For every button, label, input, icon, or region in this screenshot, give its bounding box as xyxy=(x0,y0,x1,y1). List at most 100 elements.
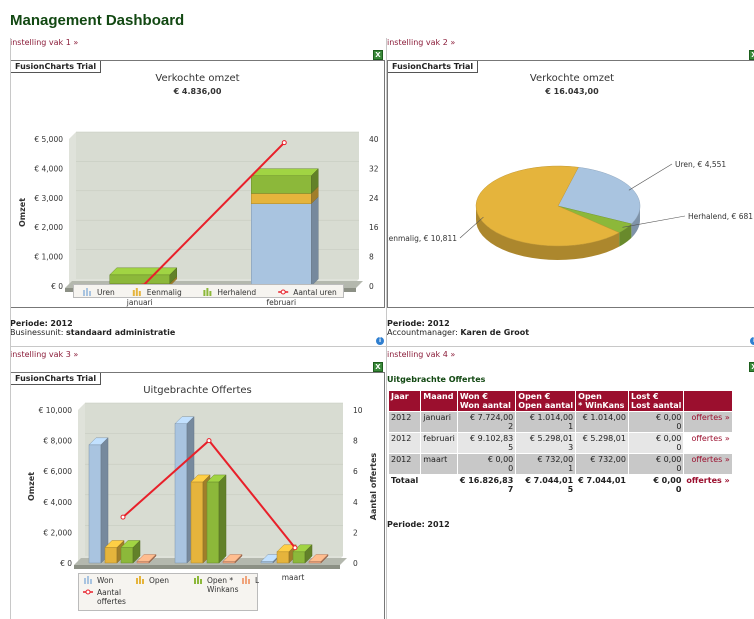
legend-marker xyxy=(197,576,199,584)
bar-uren-side xyxy=(311,196,319,287)
y-tick-label: € 0 xyxy=(60,559,72,568)
table-cell: € 5.298,01 3 xyxy=(516,433,576,453)
table-cell: € 7.044,01 xyxy=(576,475,628,495)
period-value: 2012 xyxy=(427,520,450,529)
bar-open-winkans-side xyxy=(218,474,227,564)
offertes-link[interactable]: offertes » xyxy=(684,475,732,495)
pie-label: Herhalend, € 681 xyxy=(688,212,753,221)
offertes-link[interactable]: offertes » xyxy=(684,412,732,432)
chart-title: Verkochte omzet xyxy=(529,73,615,84)
bar-open-winkans xyxy=(120,547,134,564)
y2-tick-label: 2 xyxy=(353,528,358,537)
chart-container: FusionCharts Trial Uitgebrachte Offertes… xyxy=(10,372,385,619)
table-cell: € 7.044,01 5 xyxy=(516,475,576,495)
legend-marker xyxy=(84,578,86,584)
period-value: 2012 xyxy=(50,319,73,328)
panel-settings-link[interactable]: instelling vak 4 » xyxy=(387,350,455,359)
table-header: Maand xyxy=(421,391,457,411)
info-icon[interactable]: i xyxy=(376,337,384,345)
legend-label: Won xyxy=(97,576,114,585)
y-axis-label: Omzet xyxy=(18,198,27,227)
y-tick-label: € 2,000 xyxy=(34,223,63,232)
y2-tick-label: 32 xyxy=(369,164,379,173)
table-header xyxy=(684,391,732,411)
table-cell: 2012 xyxy=(389,433,421,453)
legend-svg: Won Open Open *Winkans Lost Aantaloffertes xyxy=(83,576,271,606)
y-tick-label: € 2,000 xyxy=(43,528,72,537)
panel-divider xyxy=(386,38,387,619)
table-cell: Totaal xyxy=(389,475,421,495)
table-cell: € 732,00 xyxy=(576,454,628,474)
panel-footer: Periode: 2012 Accountmanager: Karen de G… xyxy=(387,319,529,337)
y2-tick-label: 40 xyxy=(369,135,379,144)
line-point xyxy=(281,140,287,146)
panel-settings-link[interactable]: instelling vak 1 » xyxy=(10,38,78,47)
legend-marker xyxy=(209,291,212,296)
bar-eenmalig xyxy=(251,193,312,204)
excel-export-icon[interactable]: X xyxy=(373,50,383,60)
panel-footer: Periode: 2012 xyxy=(387,520,450,529)
chart-legend: Won Open Open *Winkans Lost Aantaloffertes xyxy=(78,573,271,611)
fusioncharts-trial-label: FusionCharts Trial xyxy=(11,61,102,73)
unit-label: Accountmanager: xyxy=(387,328,458,337)
y2-axis-label: Aantal offertes xyxy=(369,453,378,521)
y-tick-label: € 3,000 xyxy=(34,194,63,203)
legend-marker xyxy=(248,579,250,584)
excel-export-icon[interactable]: X xyxy=(749,362,754,372)
y-tick-label: € 8,000 xyxy=(43,437,72,446)
bar-open xyxy=(190,481,204,564)
info-icon[interactable]: i xyxy=(750,337,754,345)
y2-tick-label: 8 xyxy=(369,253,374,262)
y2-tick-label: 24 xyxy=(369,194,379,203)
bar-herhalend xyxy=(251,175,312,194)
panel-divider xyxy=(10,38,11,619)
table-cell xyxy=(421,475,457,495)
dashboard-panel-2: instelling vak 2 » X FusionCharts Trial … xyxy=(387,38,754,345)
fusioncharts-trial-label: FusionCharts Trial xyxy=(11,373,102,385)
table-cell: januari xyxy=(421,412,457,432)
legend-label: Aantal xyxy=(97,588,121,597)
panel-footer: Periode: 2012 Businessunit: standaard ad… xyxy=(10,319,175,337)
legend-marker xyxy=(135,288,138,296)
y-tick-label: € 1,000 xyxy=(34,253,63,262)
bar-won xyxy=(88,444,102,564)
table-cell: € 1.014,00 xyxy=(576,412,628,432)
offertes-link[interactable]: offertes » xyxy=(684,433,732,453)
legend-marker xyxy=(83,290,85,296)
table-cell: € 1.014,00 1 xyxy=(516,412,576,432)
chart-subtitle: € 16.043,00 xyxy=(545,87,599,96)
line-point xyxy=(292,545,298,551)
excel-export-icon[interactable]: X xyxy=(373,362,383,372)
offertes-table: Jaar Maand Won € Won aantal Open € Open aanta… xyxy=(388,390,733,496)
legend-marker xyxy=(280,289,286,295)
pie-label: Eenmalig, € 10,811 xyxy=(388,234,457,243)
legend-marker xyxy=(242,578,244,584)
table-cell: € 7.724,00 2 xyxy=(457,412,516,432)
table-cell: 2012 xyxy=(389,454,421,474)
y2-tick-label: 0 xyxy=(369,282,374,291)
legend-marker xyxy=(138,291,141,296)
dashboard-panel-3: instelling vak 3 » X FusionCharts Trial … xyxy=(10,350,385,619)
offertes-link[interactable]: offertes » xyxy=(684,454,732,474)
y2-tick-label: 0 xyxy=(353,559,358,568)
y2-tick-label: 6 xyxy=(353,467,358,476)
legend-marker xyxy=(89,291,91,296)
table-cell: € 0,00 0 xyxy=(628,475,684,495)
excel-export-icon[interactable]: X xyxy=(749,50,754,60)
legend-label: Eenmalig xyxy=(147,288,182,297)
bar-open xyxy=(104,547,118,564)
legend-label: Herhalend xyxy=(217,288,256,297)
period-value: 2012 xyxy=(427,319,450,328)
chart-container: FusionCharts Trial Verkochte omzet € 16.… xyxy=(387,60,754,308)
table-row: 2012 januari € 7.724,00 2 € 1.014,00 1 € 1.014… xyxy=(389,412,732,432)
period-label: Periode: xyxy=(387,520,425,529)
legend-marker xyxy=(136,578,138,584)
unit-label: Businessunit: xyxy=(10,328,64,337)
table-header: Won € Won aantal xyxy=(457,391,516,411)
table-cell: € 9.102,83 5 xyxy=(457,433,516,453)
y2-tick-label: 8 xyxy=(353,437,358,446)
bar-won-side xyxy=(100,437,109,564)
legend-label: Winkans xyxy=(207,585,239,594)
panel-settings-link[interactable]: instelling vak 3 » xyxy=(10,350,78,359)
panel-settings-link[interactable]: instelling vak 2 » xyxy=(387,38,455,47)
